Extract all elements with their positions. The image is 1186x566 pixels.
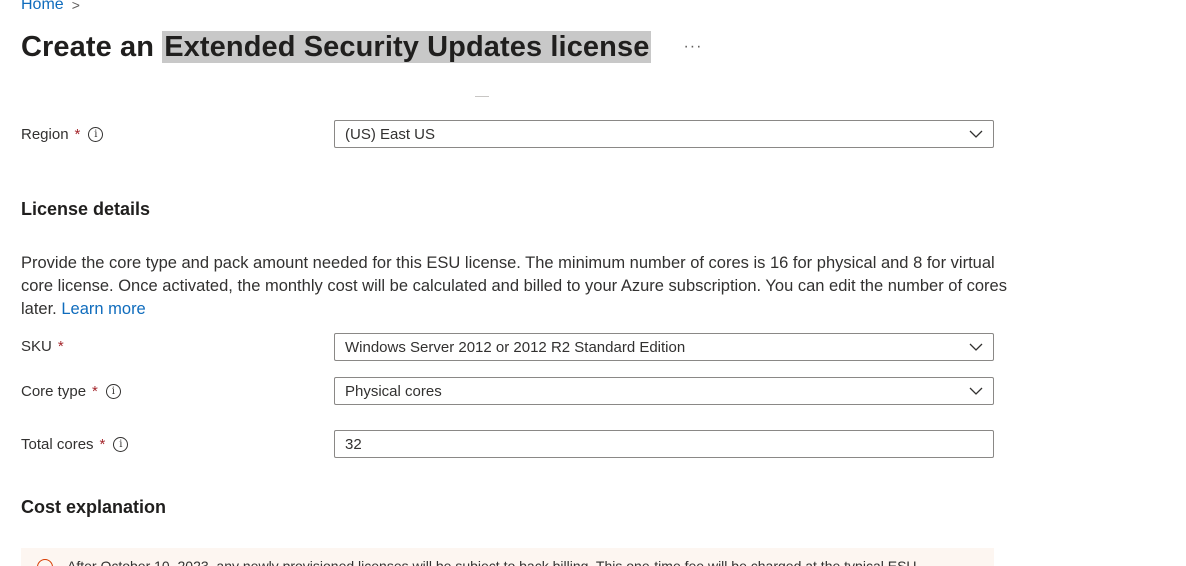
core-type-dropdown[interactable]: Physical cores bbox=[334, 377, 994, 405]
page-title-highlight: Extended Security Updates license bbox=[162, 31, 652, 63]
sku-label-text: SKU bbox=[21, 338, 52, 355]
region-label: Region * i bbox=[21, 126, 104, 143]
warning-icon bbox=[37, 559, 53, 566]
info-icon[interactable]: i bbox=[105, 384, 121, 399]
info-icon[interactable]: i bbox=[113, 437, 129, 452]
license-details-description: Provide the core type and pack amount ne… bbox=[21, 252, 1011, 321]
core-type-label: Core type * i bbox=[21, 383, 121, 400]
core-type-dropdown-value: Physical cores bbox=[345, 382, 442, 400]
total-cores-label-text: Total cores bbox=[21, 436, 94, 453]
sku-dropdown-value: Windows Server 2012 or 2012 R2 Standard … bbox=[345, 338, 686, 356]
info-icon[interactable]: i bbox=[88, 127, 104, 142]
sku-dropdown[interactable]: Windows Server 2012 or 2012 R2 Standard … bbox=[334, 333, 994, 361]
required-marker: * bbox=[99, 436, 106, 453]
total-cores-value: 32 bbox=[345, 435, 362, 453]
required-marker: * bbox=[57, 338, 64, 355]
sku-label: SKU * bbox=[21, 338, 64, 355]
core-type-label-text: Core type bbox=[21, 383, 87, 400]
breadcrumb: Home > bbox=[21, 0, 80, 14]
page-title-prefix: Create an bbox=[21, 31, 163, 63]
region-label-text: Region bbox=[21, 126, 69, 143]
region-dropdown[interactable]: (US) East US bbox=[334, 120, 994, 148]
required-marker: * bbox=[92, 383, 98, 400]
license-details-heading: License details bbox=[21, 199, 151, 219]
breadcrumb-home-link[interactable]: Home bbox=[21, 0, 64, 14]
learn-more-link[interactable]: Learn more bbox=[61, 300, 145, 318]
clipped-content-edge bbox=[475, 93, 489, 97]
create-esu-license-page: Home > Create an Extended Security Updat… bbox=[0, 0, 1186, 566]
chevron-right-icon: > bbox=[71, 0, 80, 13]
total-cores-label: Total cores * i bbox=[21, 436, 129, 453]
page-title: Create an Extended Security Updates lice… bbox=[21, 28, 652, 66]
total-cores-input[interactable]: 32 bbox=[334, 430, 994, 458]
more-options-button[interactable]: ··· bbox=[683, 38, 702, 56]
cost-explanation-heading: Cost explanation bbox=[21, 497, 167, 517]
chevron-down-icon bbox=[969, 130, 983, 138]
chevron-down-icon bbox=[969, 343, 983, 351]
region-dropdown-value: (US) East US bbox=[345, 125, 436, 143]
banner-text: After October 10, 2023, any newly provis… bbox=[67, 558, 917, 566]
description-text: Provide the core type and pack amount ne… bbox=[21, 254, 1007, 318]
required-marker: * bbox=[74, 126, 81, 143]
chevron-down-icon bbox=[969, 387, 983, 395]
cost-warning-banner: After October 10, 2023, any newly provis… bbox=[21, 548, 994, 566]
title-row: Create an Extended Security Updates lice… bbox=[21, 28, 702, 66]
